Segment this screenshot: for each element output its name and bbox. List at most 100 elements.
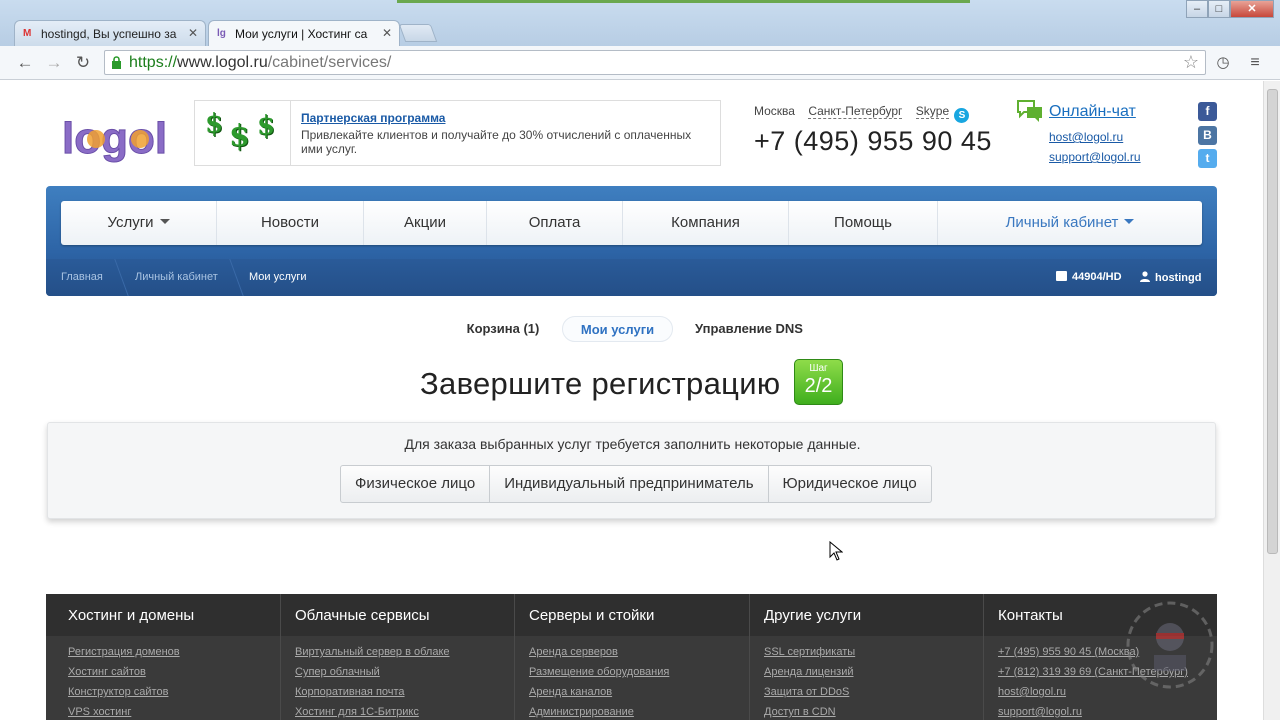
footer-link[interactable]: Защита от DDoS — [764, 686, 849, 698]
breadcrumb-separator — [216, 259, 244, 296]
host-email-link[interactable]: host@logol.ru — [1049, 130, 1123, 144]
chat-icon[interactable] — [1016, 99, 1044, 123]
step-badge: Шаг 2/2 — [794, 359, 843, 405]
legal-entity-button[interactable]: Юридическое лицо — [768, 465, 932, 503]
footer-divider — [514, 594, 515, 720]
footer-link[interactable]: Хостинг для 1С-Битрикс — [295, 706, 419, 718]
support-email-link[interactable]: support@logol.ru — [1049, 150, 1141, 164]
vkontakte-icon[interactable]: B — [1198, 126, 1217, 145]
history-icon[interactable]: ◷ — [1213, 53, 1233, 73]
new-tab-button[interactable] — [398, 24, 438, 42]
panel-message: Для заказа выбранных услуг требуется зап… — [404, 436, 861, 452]
close-window-icon[interactable]: ✕ — [1230, 0, 1274, 18]
menu-item-payment[interactable]: Оплата — [487, 201, 623, 245]
url-path: /cabinet/services/ — [267, 54, 392, 71]
twitter-icon[interactable]: t — [1198, 149, 1217, 168]
browser-tab-services[interactable]: lg Мои услуги | Хостинг са ✕ — [208, 20, 400, 46]
browser-titlebar: M hostingd, Вы успешно за ✕ lg Мои услуг… — [0, 0, 1280, 46]
minimize-icon[interactable]: – — [1186, 0, 1208, 18]
menu-item-news[interactable]: Новости — [217, 201, 364, 245]
menu-label: Оплата — [528, 214, 581, 231]
footer-link[interactable]: Регистрация доменов — [68, 646, 180, 658]
city-spb[interactable]: Санкт-Петербург — [808, 104, 903, 119]
breadcrumb-home[interactable]: Главная — [61, 271, 103, 283]
scrollbar-thumb[interactable] — [1267, 89, 1278, 554]
back-arrow-icon[interactable]: ← — [15, 53, 35, 73]
city-moscow[interactable]: Москва — [754, 104, 795, 118]
individual-button[interactable]: Физическое лицо — [340, 465, 491, 503]
menu-item-company[interactable]: Компания — [623, 201, 789, 245]
menu-label: Помощь — [834, 214, 892, 231]
mouse-cursor-icon — [829, 541, 843, 561]
footer-link[interactable]: +7 (812) 319 39 69 — [998, 666, 1091, 678]
breadcrumb-cabinet[interactable]: Личный кабинет — [135, 271, 218, 283]
menu-item-promo[interactable]: Акции — [364, 201, 487, 245]
footer-link[interactable]: Виртуальный сервер в облаке — [295, 646, 450, 658]
footer-divider — [983, 594, 984, 720]
menu-item-services[interactable]: Услуги — [61, 201, 217, 245]
menu-item-cabinet[interactable]: Личный кабинет — [938, 201, 1202, 245]
browser-tab-gmail[interactable]: M hostingd, Вы успешно за ✕ — [14, 20, 206, 46]
url-scheme: https:// — [129, 54, 178, 71]
page-scrollbar[interactable] — [1263, 81, 1280, 720]
url-host: www.logol.ru — [177, 54, 268, 71]
footer-link[interactable]: Хостинг сайтов — [68, 666, 146, 678]
footer-link[interactable]: Администрирование — [529, 706, 634, 718]
footer-link[interactable]: Аренда лицензий — [764, 666, 854, 678]
menu-item-help[interactable]: Помощь — [789, 201, 938, 245]
close-tab-icon[interactable]: ✕ — [382, 26, 392, 40]
page-title: Завершите регистрацию — [420, 366, 781, 401]
breadcrumb-separator — [101, 259, 129, 296]
tab-label: hostingd, Вы успешно за — [41, 27, 177, 41]
footer-link[interactable]: +7 (495) 955 90 45 — [998, 646, 1091, 658]
footer-divider — [749, 594, 750, 720]
maximize-icon[interactable]: □ — [1208, 0, 1230, 18]
address-bar[interactable]: https://www.logol.ru/cabinet/services/ ☆ — [104, 50, 1206, 75]
close-tab-icon[interactable]: ✕ — [188, 26, 198, 40]
footer-link[interactable]: Аренда серверов — [529, 646, 618, 658]
skype-icon[interactable]: S — [954, 108, 970, 123]
menu-label: Личный кабинет — [1005, 214, 1119, 231]
user-icon — [1140, 271, 1150, 282]
step-label: Шаг — [809, 363, 828, 374]
account-id[interactable]: 44904/HD — [1056, 271, 1122, 283]
footer-link[interactable]: Размещение оборудования — [529, 666, 669, 678]
footer-link[interactable]: Доступ в CDN — [764, 706, 836, 718]
lock-icon — [112, 56, 121, 69]
footer-link[interactable]: Конструктор сайтов — [68, 686, 168, 698]
entity-type-panel: Для заказа выбранных услуг требуется зап… — [47, 422, 1216, 519]
tab-my-services[interactable]: Мои услуги — [562, 316, 673, 342]
step-value: 2/2 — [804, 375, 833, 397]
breadcrumb-current: Мои услуги — [249, 271, 307, 283]
breadcrumb: Главная Личный кабинет Мои услуги 44904/… — [46, 259, 1217, 296]
skype-link[interactable]: Skype — [915, 104, 950, 119]
logol-logo[interactable]: logol — [60, 105, 168, 170]
facebook-icon[interactable]: f — [1198, 102, 1217, 121]
chevron-down-icon — [1124, 219, 1135, 224]
tab-dns[interactable]: Управление DNS — [688, 316, 810, 342]
menu-label: Услуги — [107, 214, 154, 231]
footer-title-servers: Серверы и стойки — [529, 607, 655, 624]
logol-icon: lg — [217, 28, 226, 39]
entity-type-selector: Физическое лицо Индивидуальный предприни… — [340, 465, 932, 503]
tab-cart[interactable]: Корзина (1) — [458, 316, 548, 342]
user-menu[interactable]: hostingd — [1140, 271, 1201, 284]
forward-arrow-icon[interactable]: → — [44, 53, 64, 73]
footer-link[interactable]: support@logol.ru — [998, 706, 1082, 718]
online-chat-link[interactable]: Онлайн-чат — [1049, 103, 1136, 121]
partner-banner[interactable]: $ $ $ Партнерская программа Привлекайте … — [194, 100, 721, 166]
footer-link[interactable]: Аренда каналов — [529, 686, 612, 698]
footer-link[interactable]: Корпоративная почта — [295, 686, 405, 698]
bookmark-star-icon[interactable]: ☆ — [1183, 52, 1199, 73]
footer-link[interactable]: host@logol.ru — [998, 686, 1066, 698]
footer-link[interactable]: VPS хостинг — [68, 706, 131, 718]
partner-title-link[interactable]: Партнерская программа — [301, 111, 445, 125]
sole-proprietor-button[interactable]: Индивидуальный предприниматель — [490, 465, 769, 503]
city-selector: Москва Санкт-Петербург Skype S — [754, 104, 979, 123]
reload-icon[interactable]: ↻ — [73, 53, 93, 73]
footer-link[interactable]: SSL сертификаты — [764, 646, 855, 658]
account-id-label: 44904/HD — [1072, 271, 1122, 283]
menu-icon[interactable]: ≡ — [1245, 53, 1265, 73]
footer-link[interactable]: Супер облачный — [295, 666, 380, 678]
gmail-icon: M — [23, 28, 32, 39]
